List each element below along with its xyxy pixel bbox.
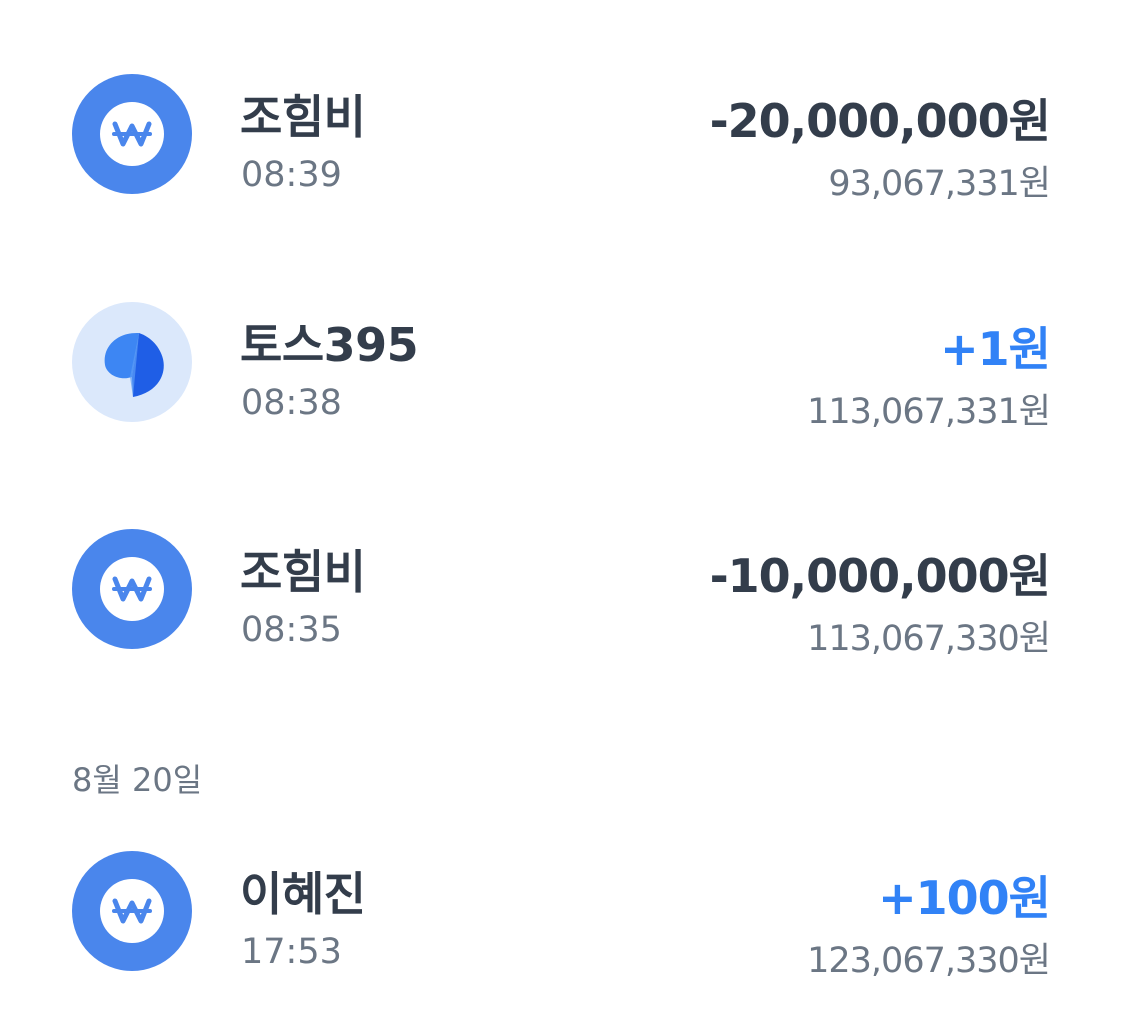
transaction-amount: +1원 — [940, 322, 1051, 376]
transaction-amount: +100원 — [878, 871, 1051, 925]
transaction-time: 17:53 — [241, 932, 342, 972]
transaction-item[interactable]: 조힘비 08:35 -10,000,000원 113,067,330원 — [0, 520, 1125, 660]
transaction-time: 08:39 — [241, 155, 342, 195]
transaction-time: 08:38 — [241, 383, 342, 423]
won-icon — [72, 74, 192, 194]
transaction-name: 조힘비 — [240, 90, 366, 144]
balance-after: 123,067,330원 — [807, 941, 1051, 981]
balance-after: 113,067,330원 — [807, 619, 1051, 659]
toss-logo-icon — [72, 302, 192, 422]
date-section-header: 8월 20일 — [72, 761, 203, 799]
transaction-name: 이혜진 — [240, 867, 366, 921]
transaction-item[interactable]: 토스395 08:38 +1원 113,067,331원 — [0, 293, 1125, 433]
transaction-item[interactable]: 조힘비 08:39 -20,000,000원 93,067,331원 — [0, 65, 1125, 205]
balance-after: 93,067,331원 — [828, 164, 1051, 204]
transaction-name: 토스395 — [240, 318, 419, 372]
won-icon — [72, 529, 192, 649]
transaction-amount: -10,000,000원 — [709, 549, 1051, 603]
transaction-name: 조힘비 — [240, 545, 366, 599]
won-icon — [72, 851, 192, 971]
transaction-amount: -20,000,000원 — [709, 94, 1051, 148]
balance-after: 113,067,331원 — [807, 392, 1051, 432]
transaction-time: 08:35 — [241, 610, 342, 650]
transaction-item[interactable]: 이혜진 17:53 +100원 123,067,330원 — [0, 842, 1125, 982]
